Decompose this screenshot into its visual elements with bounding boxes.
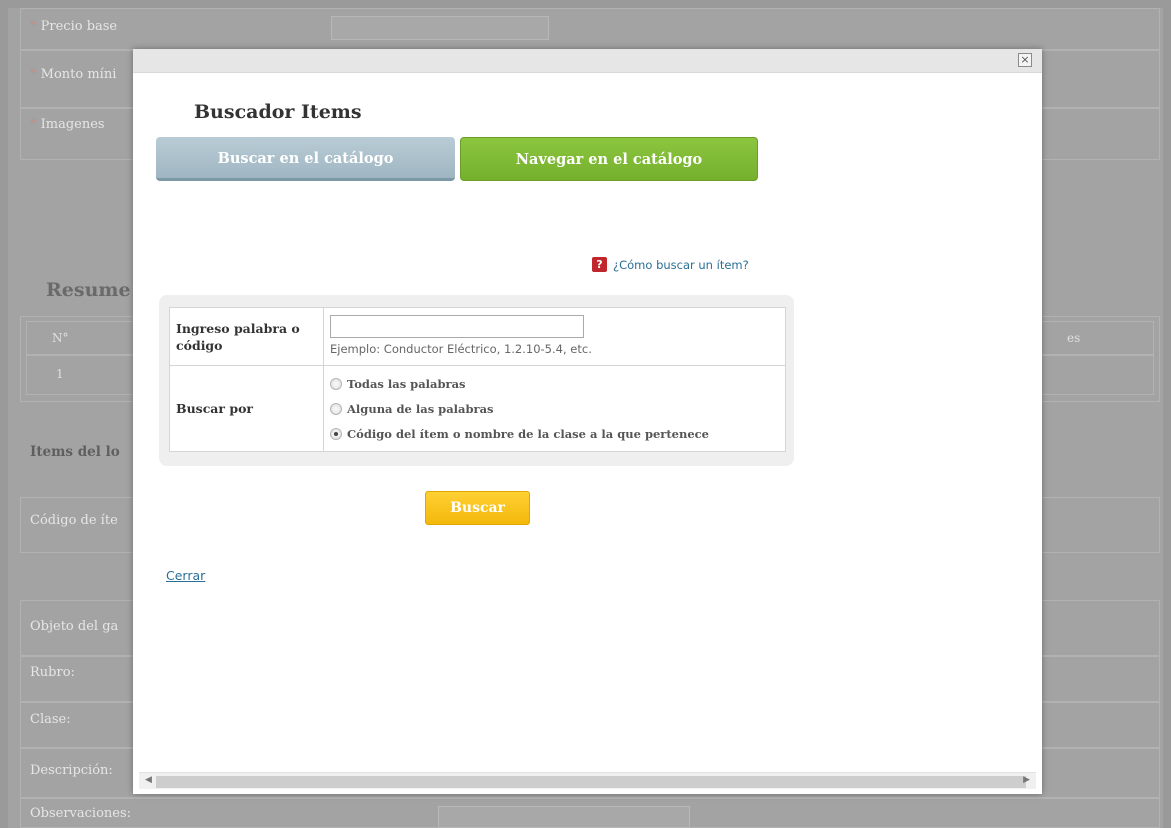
bg-trailing-col: es [1067,331,1081,345]
search-button[interactable]: Buscar [425,491,530,525]
bg-col-n: N° [52,331,69,345]
scroll-right-icon[interactable]: ▶ [1023,775,1030,785]
keyword-hint: Ejemplo: Conductor Eléctrico, 1.2.10-5.4… [330,342,592,356]
option-any-word[interactable]: Alguna de las palabras [330,396,785,421]
option-code-or-class-label: Código del ítem o nombre de la clase a l… [347,426,709,441]
bg-items-title: Items del lo [30,444,120,460]
tab-browse-catalog[interactable]: Navegar en el catálogo [460,137,758,181]
close-link[interactable]: Cerrar [166,568,205,583]
horizontal-scrollbar[interactable]: ◀ ▶ [139,772,1036,789]
bg-observaciones-label: Observaciones: [30,806,132,821]
help-link[interactable]: ¿Cómo buscar un ítem? [613,258,749,272]
radio-code-or-class[interactable] [330,427,342,440]
modal-header: × [133,49,1042,73]
scroll-left-icon[interactable]: ◀ [145,775,152,785]
keyword-label: Ingreso palabra o código [169,307,324,366]
item-search-modal: × Buscador Items Buscar en el catálogo N… [133,49,1042,794]
modal-title: Buscador Items [194,101,362,123]
tab-search-catalog[interactable]: Buscar en el catálogo [156,137,455,181]
bg-monto-label: * Monto míni [30,67,117,82]
radio-any-word[interactable] [330,402,342,415]
keyword-cell: Ejemplo: Conductor Eléctrico, 1.2.10-5.4… [323,307,786,366]
bg-precio-input [331,16,549,40]
bg-row-precio [20,8,1160,50]
option-all-words[interactable]: Todas las palabras [330,371,785,396]
question-icon[interactable]: ? [592,257,607,272]
bg-descripcion-label: Descripción: [30,763,113,778]
bg-resumen-title: Resume [46,279,131,301]
scrollbar-thumb[interactable] [156,776,1026,788]
bg-precio-label: * Precio base [30,19,118,34]
help-link-container[interactable]: ? ¿Cómo buscar un ítem? [592,257,749,272]
search-form: Ingreso palabra o código Ejemplo: Conduc… [159,295,794,466]
bg-codigo-label: Código de íte [30,513,118,528]
option-any-word-label: Alguna de las palabras [347,401,494,416]
bg-imagenes-label: * Imagenes [30,117,105,132]
bg-objeto-label: Objeto del ga [30,619,119,634]
option-code-or-class[interactable]: Código del ítem o nombre de la clase a l… [330,421,785,446]
search-by-label: Buscar por [169,365,324,452]
bg-observaciones-input [438,806,690,828]
search-form-table: Ingreso palabra o código Ejemplo: Conduc… [169,307,786,452]
radio-all-words[interactable] [330,377,342,390]
bg-row-1: 1 [56,367,64,381]
keyword-input[interactable] [330,315,584,338]
search-by-options: Todas las palabras Alguna de las palabra… [323,365,786,452]
option-all-words-label: Todas las palabras [347,376,466,391]
bg-rubro-label: Rubro: [30,665,75,680]
close-icon[interactable]: × [1018,53,1032,67]
bg-clase-label: Clase: [30,712,71,727]
